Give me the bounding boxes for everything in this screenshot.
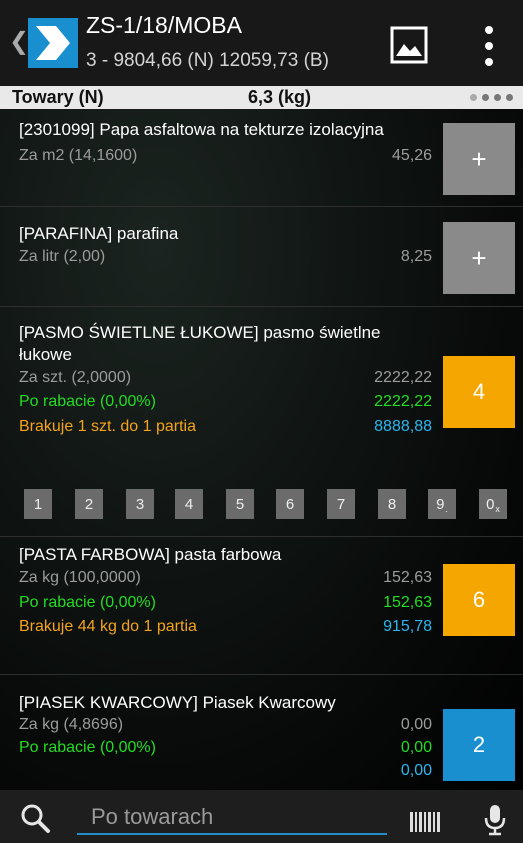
item-name: [PIASEK KWARCOWY] Piasek Kwarcowy	[19, 693, 336, 712]
unit-price-label: Za kg (4,8696)	[19, 716, 124, 733]
missing-stock-label: Brakuje 44 kg do 1 partia	[19, 618, 197, 635]
search-icon[interactable]	[19, 802, 51, 834]
microphone-icon[interactable]	[484, 804, 506, 836]
document-summary: 3 - 9804,66 (N) 12059,73 (B)	[86, 50, 329, 71]
unit-price-value: 152,63	[383, 569, 432, 586]
discount-label: Po rabacie (0,00%)	[19, 739, 156, 756]
list-item[interactable]: [PARAFINA] parafina Za litr (2,00) 8,25 …	[0, 207, 523, 307]
keypad-key-8[interactable]: 8	[378, 489, 406, 519]
product-list[interactable]: [2301099] Papa asfaltowa na tekturze izo…	[0, 109, 523, 790]
quantity-button[interactable]: 6	[443, 564, 515, 636]
missing-stock-label: Brakuje 1 szt. do 1 partia	[19, 418, 196, 435]
discount-value: 152,63	[383, 594, 432, 611]
unit-price-value: 0,00	[400, 716, 432, 733]
action-bar: ❮ ZS-1/18/MOBA 3 - 9804,66 (N) 12059,73 …	[0, 0, 523, 86]
keypad-key-label: 0	[486, 495, 495, 513]
search-input[interactable]	[77, 800, 387, 835]
total-weight: 6,3 (kg)	[248, 87, 312, 107]
list-item[interactable]: [PIASEK KWARCOWY] Piasek Kwarcowy Za kg …	[0, 675, 523, 790]
list-item[interactable]: [2301099] Papa asfaltowa na tekturze izo…	[0, 109, 523, 207]
discount-value: 2222,22	[374, 393, 432, 410]
item-name: [PASMO ŚWIETLNE ŁUKOWE] pasmo świetlne ł…	[19, 323, 381, 364]
unit-price-value: 8,25	[400, 248, 432, 265]
goods-label: Towary (N)	[12, 87, 104, 107]
discount-label: Po rabacie (0,00%)	[19, 594, 156, 611]
line-total-value: 0,00	[400, 762, 432, 779]
summary-bar: Towary (N) 6,3 (kg)	[0, 86, 523, 109]
keypad-key-9[interactable]: 9.	[428, 489, 456, 519]
keypad-key-7[interactable]: 7	[327, 489, 355, 519]
add-quantity-button[interactable]: +	[443, 222, 515, 294]
search-bar	[0, 790, 523, 843]
discount-value: 0,00	[400, 739, 432, 756]
unit-price-label: Za m2 (14,1600)	[19, 147, 138, 164]
discount-label: Po rabacie (0,00%)	[19, 393, 156, 410]
unit-price-value: 2222,22	[374, 369, 432, 386]
item-name: [PARAFINA] parafina	[19, 224, 179, 243]
keypad-key-4[interactable]: 4	[175, 489, 203, 519]
chevron-left-icon[interactable]: ❮	[9, 30, 29, 54]
app-logo[interactable]	[28, 18, 78, 68]
page-indicator	[470, 94, 513, 101]
keypad-key-sub: x	[495, 504, 500, 514]
item-name: [2301099] Papa asfaltowa na tekturze izo…	[19, 120, 384, 139]
barcode-icon[interactable]	[410, 812, 440, 832]
list-item[interactable]: [PASMO ŚWIETLNE ŁUKOWE] pasmo świetlne ł…	[0, 307, 523, 537]
add-quantity-button[interactable]: +	[443, 123, 515, 195]
keypad-key-label: 9	[436, 495, 445, 513]
quantity-button[interactable]: 2	[443, 709, 515, 781]
unit-price-label: Za kg (100,0000)	[19, 569, 141, 586]
document-title: ZS-1/18/MOBA	[86, 12, 242, 38]
keypad-key-3[interactable]: 3	[126, 489, 154, 519]
line-total-value: 8888,88	[374, 418, 432, 435]
keypad-key-6[interactable]: 6	[276, 489, 304, 519]
unit-price-value: 45,26	[391, 147, 432, 164]
keypad-key-5[interactable]: 5	[226, 489, 254, 519]
unit-price-label: Za szt. (2,0000)	[19, 369, 132, 386]
image-icon[interactable]	[390, 26, 428, 64]
more-vertical-icon[interactable]	[474, 26, 504, 66]
unit-price-label: Za litr (2,00)	[19, 248, 106, 265]
item-name: [PASTA FARBOWA] pasta farbowa	[19, 545, 282, 564]
keypad-key-1[interactable]: 1	[24, 489, 52, 519]
keypad-key-2[interactable]: 2	[75, 489, 103, 519]
quantity-button[interactable]: 4	[443, 356, 515, 428]
keypad-key-0[interactable]: 0x	[479, 489, 507, 519]
quick-quantity-keypad: 1 2 3 4 5 6 7 8 9. 0x	[0, 477, 523, 532]
list-item[interactable]: [PASTA FARBOWA] pasta farbowa Za kg (100…	[0, 537, 523, 675]
line-total-value: 915,78	[383, 618, 432, 635]
keypad-key-sub: .	[445, 504, 448, 514]
